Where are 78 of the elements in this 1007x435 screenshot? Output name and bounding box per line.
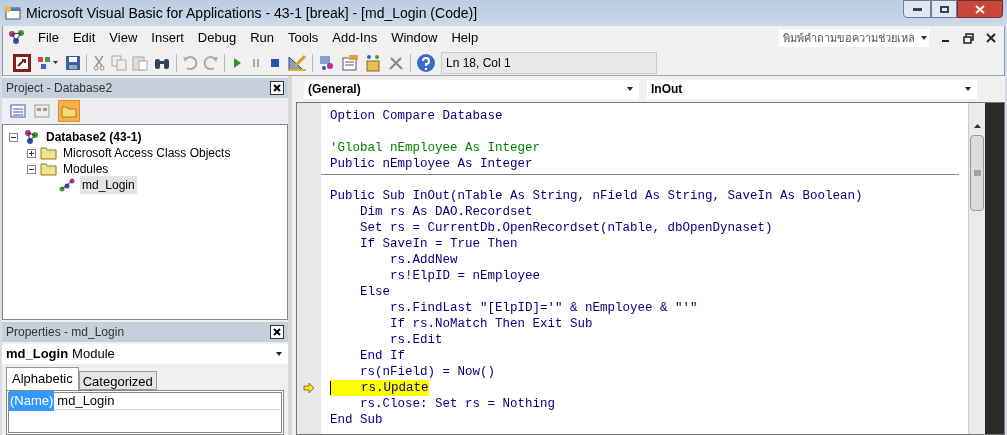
tree-item[interactable]: Database2 (43-1) [44,128,144,146]
tab[interactable]: Alphabetic [6,367,79,390]
code-line: Public nEmployee As Integer [330,156,533,172]
panel-title: Project - Database2 [6,80,113,97]
property-value[interactable]: md_Login [54,391,115,411]
minus-icon [29,166,34,172]
code-line: End Sub [330,412,383,428]
code-line: Public Sub InOut(nTable As String, nField As String, SaveIn As Boolean) [330,188,863,204]
code-line: 'Global nEmployee As Integer [330,140,541,156]
object-dropdown[interactable]: md_Login Module [2,344,288,364]
dropdown-arrow-icon [274,350,284,358]
code-line: Else [359,284,390,300]
scroll-thumb[interactable] [970,135,984,211]
project-explorer-icon[interactable] [318,53,336,72]
code-line: Option Compare Database [330,108,503,124]
tree-item[interactable]: md_Login [80,176,137,194]
dropdown-arrow-icon [963,85,973,93]
help-search-field[interactable]: พิมพ์คำถามขอความช่วยเหล [779,29,929,47]
tree-item[interactable]: Microsoft Access Class Objects [61,144,233,162]
menu-item[interactable]: Window [384,28,445,48]
procedure-dropdown[interactable]: InOut [647,79,977,99]
vertical-scrollbar[interactable] [968,103,985,434]
access-icon[interactable] [13,53,31,72]
position-display: Ln 18, Col 1 [441,51,657,74]
code-line: rs(nField) = Now() [359,364,496,380]
menu-item[interactable]: Tools [281,28,326,48]
window-title: Microsoft Visual Basic for Applications - 43-1 [break] - [md_Login (Code)] [26,3,478,23]
menu-item[interactable]: Debug [190,28,244,48]
project-icon [22,129,40,145]
code-line: If rs.NoMatch Then Exit Sub [389,316,593,332]
app-icon [4,5,22,21]
execution-arrow-icon [303,383,315,393]
dropdown-arrow-icon [625,85,635,93]
menu-item[interactable]: Run [243,28,281,48]
menu-item[interactable]: Insert [144,28,191,48]
insert-object-icon[interactable] [36,54,60,71]
close-button[interactable] [270,325,284,339]
code-line: rs.Edit [389,332,443,348]
module-icon [58,178,76,192]
text-cursor [330,381,331,395]
close-icon [975,4,985,14]
menu-item[interactable]: File [31,28,66,48]
code-line: If SaveIn = True Then [359,236,518,252]
close-icon[interactable] [986,33,996,43]
close-button[interactable] [270,81,284,95]
design-mode-icon[interactable] [287,53,307,72]
toggle-folders-button[interactable] [58,100,80,122]
close-button[interactable] [957,0,1003,18]
minus-icon [11,134,16,140]
menu-item[interactable]: View [102,28,145,48]
code-line: Set rs = CurrentDb.OpenRecordset(nTable, dbOpenDynaset) [359,220,773,236]
code-line: End If [359,348,405,364]
help-icon[interactable] [416,52,436,73]
plus-icon [29,150,34,156]
dropdown-arrow-icon [919,34,929,42]
collapse-toggle[interactable] [27,164,36,174]
object-dropdown[interactable]: (General) [304,79,639,99]
code-line: rs!ElpID = nEmployee [389,268,541,284]
folder-icon [40,146,57,160]
folder-icon [40,162,57,176]
restore-icon[interactable] [963,32,974,44]
code-line: rs.AddNew [389,252,458,268]
menu-item[interactable]: Edit [65,28,103,48]
object-browser-icon[interactable] [364,53,382,72]
collapse-toggle[interactable] [9,132,18,142]
scroll-up-icon[interactable] [972,123,982,129]
code-line: Dim rs As DAO.Recordset [359,204,533,220]
save-icon[interactable] [65,54,81,71]
panel-title: Properties - md_Login [6,324,125,341]
code-line: rs.FindLast "[ElpID]='" & nEmployee & "'" [389,300,698,316]
maximize-button[interactable] [931,0,957,18]
minimize-button[interactable] [903,0,931,18]
tab[interactable]: Categorized [78,371,157,390]
menu-item[interactable]: Add-Ins [325,28,385,48]
code-line: rs.Close: Set rs = Nothing [359,396,556,412]
menu-item[interactable]: Help [444,28,486,48]
expand-toggle[interactable] [27,148,36,158]
tree-item[interactable]: Modules [61,160,111,178]
